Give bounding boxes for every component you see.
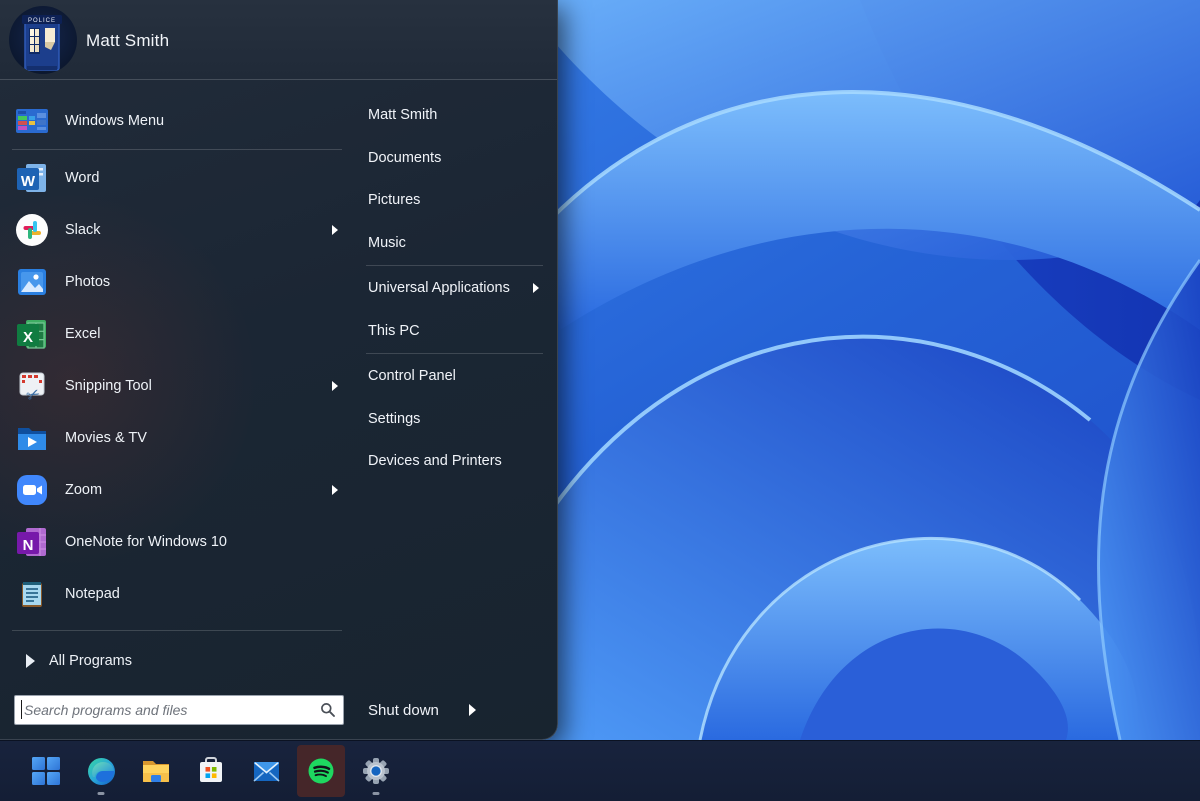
search-icon bbox=[320, 702, 336, 718]
search-input[interactable] bbox=[14, 695, 344, 725]
shutdown-options-arrow-icon bbox=[469, 704, 476, 716]
menu-item-universal-applications[interactable]: Universal Applications bbox=[364, 267, 545, 310]
windows-menu-tile-icon bbox=[14, 103, 50, 139]
shutdown-button[interactable]: Shut down bbox=[368, 695, 476, 725]
settings-gear-icon bbox=[360, 755, 392, 787]
menu-item-label: OneNote for Windows 10 bbox=[65, 534, 227, 550]
menu-item-word[interactable]: W Word bbox=[0, 152, 352, 204]
svg-text:X: X bbox=[23, 329, 33, 346]
menu-item-zoom[interactable]: Zoom bbox=[0, 464, 352, 516]
taskbar-start-button[interactable] bbox=[22, 745, 70, 797]
menu-item-music[interactable]: Music bbox=[364, 222, 545, 265]
start-menu-panel: POLICE Matt Smith Windo bbox=[0, 0, 558, 740]
menu-item-pictures[interactable]: Pictures bbox=[364, 179, 545, 222]
slack-icon bbox=[14, 212, 50, 248]
running-indicator bbox=[373, 792, 380, 795]
menu-item-settings[interactable]: Settings bbox=[364, 398, 545, 441]
taskbar-mail-button[interactable] bbox=[242, 745, 290, 797]
movies-tv-icon bbox=[14, 420, 50, 456]
menu-item-label: Movies & TV bbox=[65, 430, 147, 446]
menu-item-label: Excel bbox=[65, 326, 100, 342]
all-programs-arrow-icon bbox=[26, 654, 35, 668]
all-programs-divider bbox=[12, 630, 342, 631]
submenu-arrow-icon bbox=[533, 283, 539, 293]
menu-item-label: Notepad bbox=[65, 586, 120, 602]
zoom-icon bbox=[14, 472, 50, 508]
start-menu-left-pane: Windows Menu W Word Slack bbox=[0, 80, 352, 686]
menu-item-label: Slack bbox=[65, 222, 100, 238]
word-icon: W bbox=[14, 160, 50, 196]
header-user-name: Matt Smith bbox=[86, 31, 169, 51]
menu-item-label: Zoom bbox=[65, 482, 102, 498]
svg-text:N: N bbox=[23, 537, 34, 554]
menu-item-documents[interactable]: Documents bbox=[364, 137, 545, 180]
desktop-screen: POLICE Matt Smith Windo bbox=[0, 0, 1200, 801]
taskbar-spotify-button[interactable] bbox=[297, 745, 345, 797]
edge-browser-icon bbox=[86, 756, 117, 787]
taskbar-settings-button[interactable] bbox=[352, 745, 400, 797]
menu-item-movies-tv[interactable]: Movies & TV bbox=[0, 412, 352, 464]
menu-item-windows-menu[interactable]: Windows Menu bbox=[0, 95, 352, 147]
svg-text:W: W bbox=[21, 173, 36, 190]
right-pane-divider bbox=[366, 265, 543, 266]
menu-item-label: Windows Menu bbox=[65, 113, 164, 129]
menu-item-snipping-tool[interactable]: ✂ Snipping Tool bbox=[0, 360, 352, 412]
svg-text:POLICE: POLICE bbox=[28, 18, 56, 24]
menu-item-label: Snipping Tool bbox=[65, 378, 152, 394]
running-indicator bbox=[98, 792, 105, 795]
microsoft-store-icon bbox=[196, 756, 226, 786]
snipping-tool-icon: ✂ bbox=[14, 368, 50, 404]
menu-item-photos[interactable]: Photos bbox=[0, 256, 352, 308]
menu-item-slack[interactable]: Slack bbox=[0, 204, 352, 256]
taskbar-edge-button[interactable] bbox=[77, 745, 125, 797]
taskbar-file-explorer-button[interactable] bbox=[132, 745, 180, 797]
start-menu-right-pane: Matt Smith Documents Pictures Music Univ… bbox=[364, 94, 545, 483]
right-pane-divider bbox=[366, 353, 543, 354]
menu-item-excel[interactable]: X Excel bbox=[0, 308, 352, 360]
windows-start-icon bbox=[31, 756, 61, 786]
menu-item-devices-and-printers[interactable]: Devices and Printers bbox=[364, 440, 545, 483]
taskbar bbox=[0, 740, 1200, 801]
notepad-icon bbox=[14, 576, 50, 612]
submenu-arrow-icon bbox=[332, 485, 338, 495]
all-programs-button[interactable]: All Programs bbox=[0, 636, 352, 686]
text-caret bbox=[21, 700, 22, 719]
submenu-arrow-icon bbox=[332, 225, 338, 235]
mail-icon bbox=[251, 756, 282, 786]
menu-item-this-pc[interactable]: This PC bbox=[364, 310, 545, 353]
tardis-police-box-avatar: POLICE bbox=[9, 6, 77, 74]
onenote-icon: N bbox=[14, 524, 50, 560]
spotify-icon bbox=[305, 755, 337, 787]
start-menu-header: POLICE Matt Smith bbox=[0, 0, 557, 80]
menu-item-control-panel[interactable]: Control Panel bbox=[364, 355, 545, 398]
submenu-arrow-icon bbox=[332, 381, 338, 391]
photos-icon bbox=[14, 264, 50, 300]
menu-item-label: Photos bbox=[65, 274, 110, 290]
menu-item-user-folder[interactable]: Matt Smith bbox=[364, 94, 545, 137]
menu-item-notepad[interactable]: Notepad bbox=[0, 568, 352, 620]
left-pane-divider bbox=[12, 149, 342, 150]
menu-item-label: Word bbox=[65, 170, 99, 186]
taskbar-store-button[interactable] bbox=[187, 745, 235, 797]
search-container bbox=[14, 695, 344, 725]
user-avatar[interactable]: POLICE bbox=[9, 6, 77, 74]
menu-item-onenote[interactable]: N OneNote for Windows 10 bbox=[0, 516, 352, 568]
excel-icon: X bbox=[14, 316, 50, 352]
file-explorer-icon bbox=[140, 756, 172, 786]
